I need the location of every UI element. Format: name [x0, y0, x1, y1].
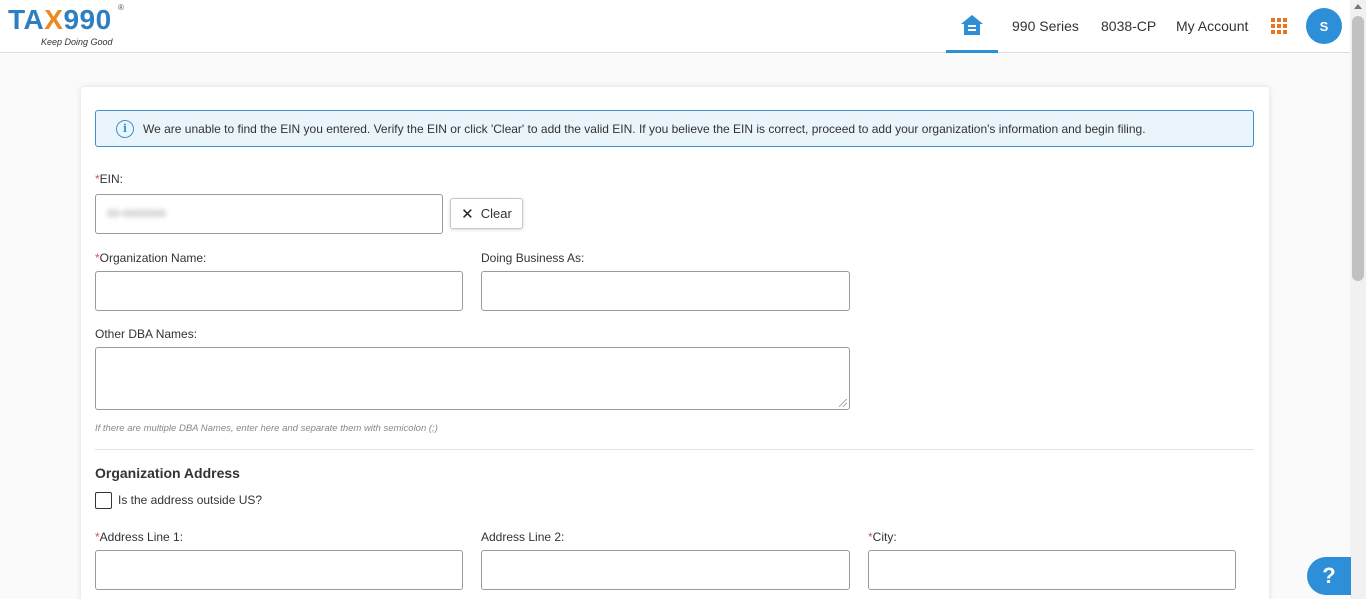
user-avatar[interactable]: S	[1306, 8, 1342, 44]
clear-button-label: Clear	[480, 206, 512, 221]
organization-name-field[interactable]	[95, 271, 463, 311]
top-header: TAX990 ® Keep Doing Good 990 Series 8038…	[0, 0, 1350, 53]
city-label: *City:	[868, 530, 897, 544]
logo-wordmark: TAX990	[8, 4, 112, 35]
section-divider	[95, 449, 1254, 450]
city-field[interactable]	[868, 550, 1236, 590]
scrollbar-thumb[interactable]	[1352, 16, 1364, 281]
address-line2-label: Address Line 2:	[481, 530, 565, 544]
doing-business-as-input[interactable]	[482, 272, 849, 310]
alert-message: We are unable to find the EIN you entere…	[143, 121, 1146, 136]
logo-tagline: Keep Doing Good	[41, 37, 113, 47]
nav-home[interactable]	[946, 0, 998, 53]
apps-grid-icon[interactable]	[1271, 18, 1287, 34]
info-icon: i	[116, 119, 134, 138]
other-dba-names-textarea[interactable]	[96, 348, 849, 409]
other-dba-names-field[interactable]	[95, 347, 850, 410]
home-icon	[961, 15, 983, 35]
help-button[interactable]: ?	[1307, 557, 1351, 595]
close-icon: ✕	[461, 205, 474, 223]
address-line2-input[interactable]	[482, 551, 849, 589]
form-card	[81, 87, 1269, 599]
ein-value: 00-0000000	[107, 208, 166, 220]
clear-button[interactable]: ✕ Clear	[450, 198, 523, 229]
other-dba-names-label: Other DBA Names:	[95, 327, 198, 341]
tax990-logo[interactable]: TAX990 ® Keep Doing Good	[8, 3, 128, 49]
doing-business-as-label: Doing Business As:	[481, 251, 585, 265]
nav-my-account[interactable]: My Account	[1176, 18, 1248, 34]
address-line1-label: *Address Line 1:	[95, 530, 184, 544]
city-input[interactable]	[869, 551, 1235, 589]
address-line1-input[interactable]	[96, 551, 462, 589]
help-icon: ?	[1322, 563, 1336, 588]
organization-address-title: Organization Address	[95, 465, 240, 481]
other-dba-hint: If there are multiple DBA Names, enter h…	[95, 423, 438, 434]
page-scrollbar[interactable]	[1350, 0, 1366, 599]
outside-us-checkbox[interactable]	[95, 492, 112, 509]
nav-990-series[interactable]: 990 Series	[1012, 18, 1079, 34]
ein-field[interactable]: 00-0000000	[95, 194, 443, 234]
outside-us-label[interactable]: Is the address outside US?	[118, 493, 262, 507]
organization-name-label: *Organization Name:	[95, 251, 207, 265]
ein-not-found-alert: i We are unable to find the EIN you ente…	[95, 110, 1254, 147]
registered-mark: ®	[118, 3, 124, 12]
resize-handle-icon[interactable]	[839, 399, 847, 407]
ein-label: *EIN:	[95, 172, 124, 186]
doing-business-as-field[interactable]	[481, 271, 850, 311]
address-line1-field[interactable]	[95, 550, 463, 590]
nav-8038-cp[interactable]: 8038-CP	[1101, 18, 1156, 34]
organization-name-input[interactable]	[96, 272, 462, 310]
address-line2-field[interactable]	[481, 550, 850, 590]
scroll-up-icon[interactable]	[1354, 4, 1362, 9]
